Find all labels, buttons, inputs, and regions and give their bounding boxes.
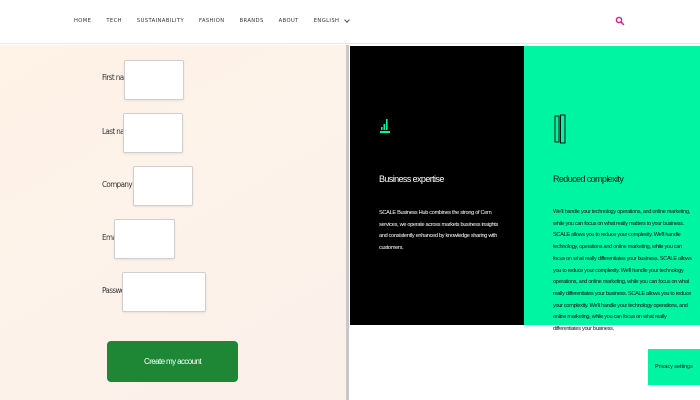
- top-navigation: HOME TECH SUSTAINABILITY FASHION BRANDS …: [0, 0, 700, 44]
- reduced-complexity-text: We'll handle your technology operations,…: [553, 209, 692, 333]
- panel-divider: [346, 45, 349, 400]
- search-icon[interactable]: [615, 16, 625, 26]
- email-input[interactable]: [114, 219, 175, 259]
- nav-item-fashion[interactable]: FASHION: [199, 18, 225, 24]
- company-name-input[interactable]: [133, 166, 193, 206]
- business-expertise-text: SCALE Business Hub combines the strong o…: [379, 210, 499, 252]
- reduced-complexity-title: Reduced complexity: [553, 174, 624, 184]
- nav-menu: HOME TECH SUSTAINABILITY FASHION BRANDS …: [74, 16, 364, 24]
- password-input[interactable]: [122, 272, 206, 312]
- last-name-input[interactable]: [123, 113, 183, 153]
- nav-item-brands[interactable]: BRANDS: [240, 18, 264, 24]
- feature-card-business-expertise: [350, 46, 524, 325]
- language-label: ENGLISH: [313, 18, 340, 24]
- privacy-settings-button[interactable]: Privacy settings: [648, 349, 700, 385]
- nav-item-tech[interactable]: TECH: [106, 18, 122, 24]
- first-name-input[interactable]: [124, 60, 184, 100]
- language-selector[interactable]: ENGLISH: [313, 16, 351, 24]
- nav-item-sustainability[interactable]: SUSTAINABILITY: [137, 18, 184, 24]
- signal-bars-icon: [380, 119, 390, 133]
- nav-item-about[interactable]: ABOUT: [279, 18, 299, 24]
- phone-outline-icon: [554, 114, 566, 144]
- chevron-down-icon: [344, 16, 351, 23]
- nav-item-home[interactable]: HOME: [74, 18, 91, 24]
- business-expertise-title: Business expertise: [379, 174, 444, 184]
- create-account-button[interactable]: Create my account: [107, 341, 238, 382]
